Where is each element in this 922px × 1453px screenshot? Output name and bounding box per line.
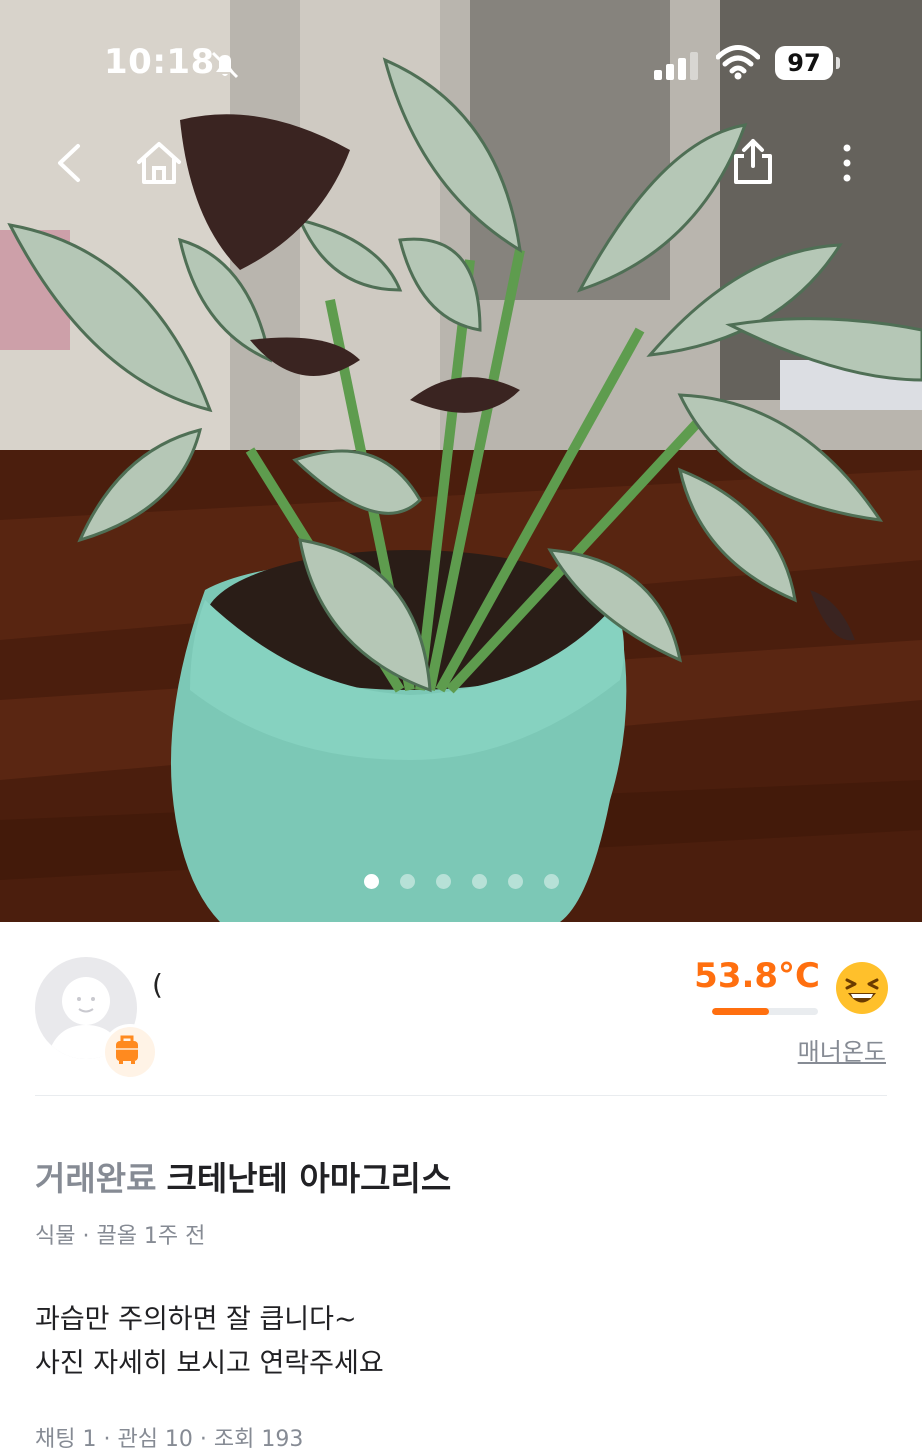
home-icon[interactable] <box>134 138 184 188</box>
wifi-icon <box>716 45 760 80</box>
divider <box>35 1095 887 1096</box>
more-vertical-icon[interactable] <box>822 138 872 188</box>
seller-badge <box>102 1024 158 1080</box>
bell-muted-icon <box>211 51 239 79</box>
status-time: 10:18 <box>104 42 215 82</box>
carousel-dot[interactable] <box>364 874 379 889</box>
laughing-face-icon <box>836 962 888 1014</box>
suitcase-icon <box>116 1035 138 1064</box>
carousel-indicator <box>364 874 559 889</box>
carousel-dot[interactable] <box>400 874 415 889</box>
battery-tip <box>836 57 840 69</box>
manner-temperature-link[interactable]: 매너온도 <box>760 1032 886 1067</box>
share-icon[interactable] <box>728 136 778 186</box>
category-and-time: 식물 · 끌올 1주 전 <box>35 1224 206 1249</box>
product-photo[interactable]: 10:18 97 <box>0 0 922 922</box>
battery-indicator: 97 <box>775 46 833 80</box>
carousel-dot[interactable] <box>508 874 523 889</box>
post-meta: 식물 · 끌올 1주 전 <box>35 1218 205 1250</box>
manner-temperature-fill <box>712 1008 770 1015</box>
description-line: 사진 자세히 보시고 연락주세요 <box>35 1348 384 1379</box>
post-stats: 채팅 1 · 관심 10 · 조회 193 <box>35 1427 304 1452</box>
post-title: 거래완료 크테난테 아마그리스 <box>35 1152 451 1200</box>
description-line: 과습만 주의하면 잘 큽니다~ <box>35 1304 357 1335</box>
post-title-text: 크테난테 아마그리스 <box>166 1159 452 1198</box>
post-description: 과습만 주의하면 잘 큽니다~ 사진 자세히 보시고 연락주세요 <box>35 1298 384 1386</box>
manner-temperature-value: 53.8°C <box>694 956 820 996</box>
trade-status-label: 거래완료 <box>35 1159 157 1198</box>
manner-temperature-bar <box>712 1008 818 1015</box>
carousel-dot[interactable] <box>472 874 487 889</box>
cellular-signal-icon <box>654 52 698 80</box>
chevron-left-icon[interactable] <box>46 138 96 188</box>
seller-name[interactable]: ( <box>152 968 163 1001</box>
carousel-dot[interactable] <box>436 874 451 889</box>
carousel-dot[interactable] <box>544 874 559 889</box>
